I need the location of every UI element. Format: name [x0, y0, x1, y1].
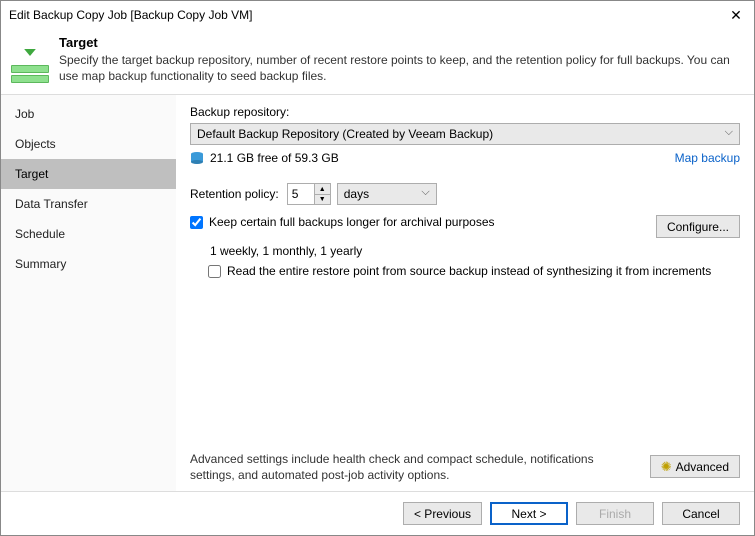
target-icon — [11, 35, 49, 83]
sidebar-item-target[interactable]: Target — [1, 159, 176, 189]
finish-button: Finish — [576, 502, 654, 525]
footer: < Previous Next > Finish Cancel — [1, 491, 754, 535]
read-entire-restore-point-checkbox[interactable] — [208, 265, 221, 278]
backup-repository-label: Backup repository: — [190, 105, 740, 119]
sidebar-item-job[interactable]: Job — [1, 99, 176, 129]
advanced-settings-description: Advanced settings include health check a… — [190, 451, 650, 483]
backup-repository-dropdown[interactable]: Default Backup Repository (Created by Ve… — [190, 123, 740, 145]
map-backup-link[interactable]: Map backup — [675, 151, 740, 165]
retention-unit-dropdown[interactable]: days — [337, 183, 437, 205]
keep-full-backups-label: Keep certain full backups longer for arc… — [209, 215, 656, 229]
advanced-button[interactable]: ✺ Advanced — [650, 455, 740, 478]
retention-unit-value: days — [344, 187, 369, 201]
keep-full-backups-checkbox[interactable] — [190, 216, 203, 229]
wizard-sidebar: Job Objects Target Data Transfer Schedul… — [1, 95, 176, 491]
spinner-up-icon[interactable]: ▲ — [315, 184, 330, 195]
sidebar-item-objects[interactable]: Objects — [1, 129, 176, 159]
gfs-summary: 1 weekly, 1 monthly, 1 yearly — [210, 244, 740, 258]
titlebar: Edit Backup Copy Job [Backup Copy Job VM… — [1, 1, 754, 29]
window-title: Edit Backup Copy Job [Backup Copy Job VM… — [9, 8, 726, 22]
sidebar-item-data-transfer[interactable]: Data Transfer — [1, 189, 176, 219]
sidebar-item-schedule[interactable]: Schedule — [1, 219, 176, 249]
next-button[interactable]: Next > — [490, 502, 568, 525]
gear-icon: ✺ — [661, 459, 672, 475]
disk-icon — [190, 151, 204, 165]
sidebar-item-summary[interactable]: Summary — [1, 249, 176, 279]
repository-free-space: 21.1 GB free of 59.3 GB — [210, 151, 339, 165]
retention-value-spinner[interactable]: ▲ ▼ — [287, 183, 331, 205]
content-panel: Backup repository: Default Backup Reposi… — [176, 95, 754, 491]
backup-repository-value: Default Backup Repository (Created by Ve… — [197, 127, 493, 141]
cancel-button[interactable]: Cancel — [662, 502, 740, 525]
configure-button[interactable]: Configure... — [656, 215, 740, 238]
header: Target Specify the target backup reposit… — [1, 29, 754, 95]
page-title: Target — [59, 35, 744, 50]
retention-policy-label: Retention policy: — [190, 187, 279, 201]
retention-value-input[interactable] — [288, 187, 314, 201]
spinner-down-icon[interactable]: ▼ — [315, 195, 330, 205]
advanced-button-label: Advanced — [676, 460, 729, 474]
read-entire-restore-point-label: Read the entire restore point from sourc… — [227, 264, 740, 278]
close-icon[interactable]: ✕ — [726, 7, 746, 24]
page-subtitle: Specify the target backup repository, nu… — [59, 52, 744, 84]
previous-button[interactable]: < Previous — [403, 502, 482, 525]
